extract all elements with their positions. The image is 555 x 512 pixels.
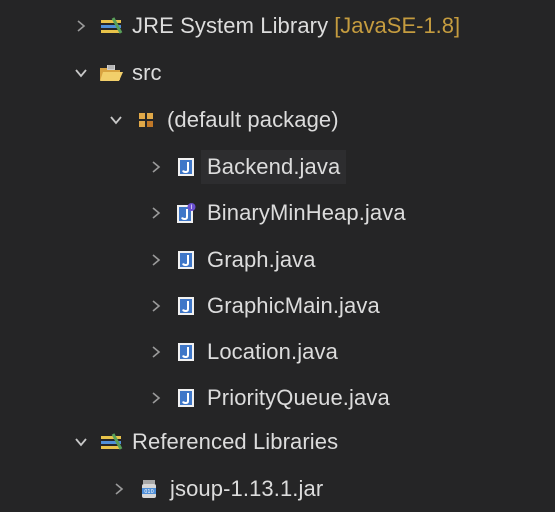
tree-item-decoration: [JavaSE-1.8] — [334, 13, 461, 38]
tree-item-jre-system-library[interactable]: JRE System Library [JavaSE-1.8] — [0, 5, 555, 47]
tree-item-label: GraphicMain.java — [207, 293, 380, 318]
tree-item-src[interactable]: src — [0, 52, 555, 94]
tree-item-priorityqueue-java[interactable]: PriorityQueue.java — [0, 377, 555, 419]
tree-item-backend-java[interactable]: Backend.java — [0, 146, 555, 188]
java-file-icon — [173, 387, 199, 409]
package-explorer-tree: JRE System Library [JavaSE-1.8] src (def… — [0, 0, 555, 512]
tree-item-label: Location.java — [207, 339, 338, 364]
java-file-icon — [173, 341, 199, 363]
tree-item-binaryminheap-java[interactable]: I BinaryMinHeap.java — [0, 192, 555, 234]
chevron-right-icon[interactable] — [70, 15, 92, 37]
java-file-icon — [173, 249, 199, 271]
svg-text:I: I — [191, 204, 193, 211]
chevron-right-icon[interactable] — [145, 202, 167, 224]
chevron-right-icon[interactable] — [145, 249, 167, 271]
tree-item-referenced-libraries[interactable]: Referenced Libraries — [0, 421, 555, 463]
java-interface-file-icon: I — [173, 202, 199, 224]
tree-item-label: BinaryMinHeap.java — [207, 200, 406, 225]
tree-item-label: Backend.java — [201, 150, 347, 184]
tree-item-label: Graph.java — [207, 247, 316, 272]
chevron-down-icon[interactable] — [105, 109, 127, 131]
package-icon — [133, 109, 159, 131]
tree-item-label: src — [132, 60, 162, 85]
chevron-right-icon[interactable] — [145, 156, 167, 178]
tree-item-label: (default package) — [167, 107, 339, 132]
java-file-icon — [173, 156, 199, 178]
tree-item-location-java[interactable]: Location.java — [0, 331, 555, 373]
tree-item-label: PriorityQueue.java — [207, 385, 390, 410]
source-folder-icon — [98, 62, 124, 84]
chevron-down-icon[interactable] — [70, 62, 92, 84]
tree-item-label: jsoup-1.13.1.jar — [170, 476, 324, 501]
java-file-icon — [173, 295, 199, 317]
chevron-right-icon[interactable] — [108, 478, 130, 500]
chevron-right-icon[interactable] — [145, 341, 167, 363]
tree-item-label: Referenced Libraries — [132, 429, 339, 454]
chevron-right-icon[interactable] — [145, 295, 167, 317]
tree-item-graphicmain-java[interactable]: GraphicMain.java — [0, 285, 555, 327]
tree-item-default-package[interactable]: (default package) — [0, 99, 555, 141]
chevron-right-icon[interactable] — [145, 387, 167, 409]
chevron-down-icon[interactable] — [70, 431, 92, 453]
tree-item-graph-java[interactable]: Graph.java — [0, 239, 555, 281]
tree-item-jsoup-jar[interactable]: 010 jsoup-1.13.1.jar — [0, 468, 555, 510]
svg-text:010: 010 — [144, 489, 154, 495]
tree-item-label: JRE System Library — [132, 13, 329, 38]
library-icon — [98, 15, 124, 37]
library-icon — [98, 431, 124, 453]
jar-icon: 010 — [136, 478, 162, 500]
